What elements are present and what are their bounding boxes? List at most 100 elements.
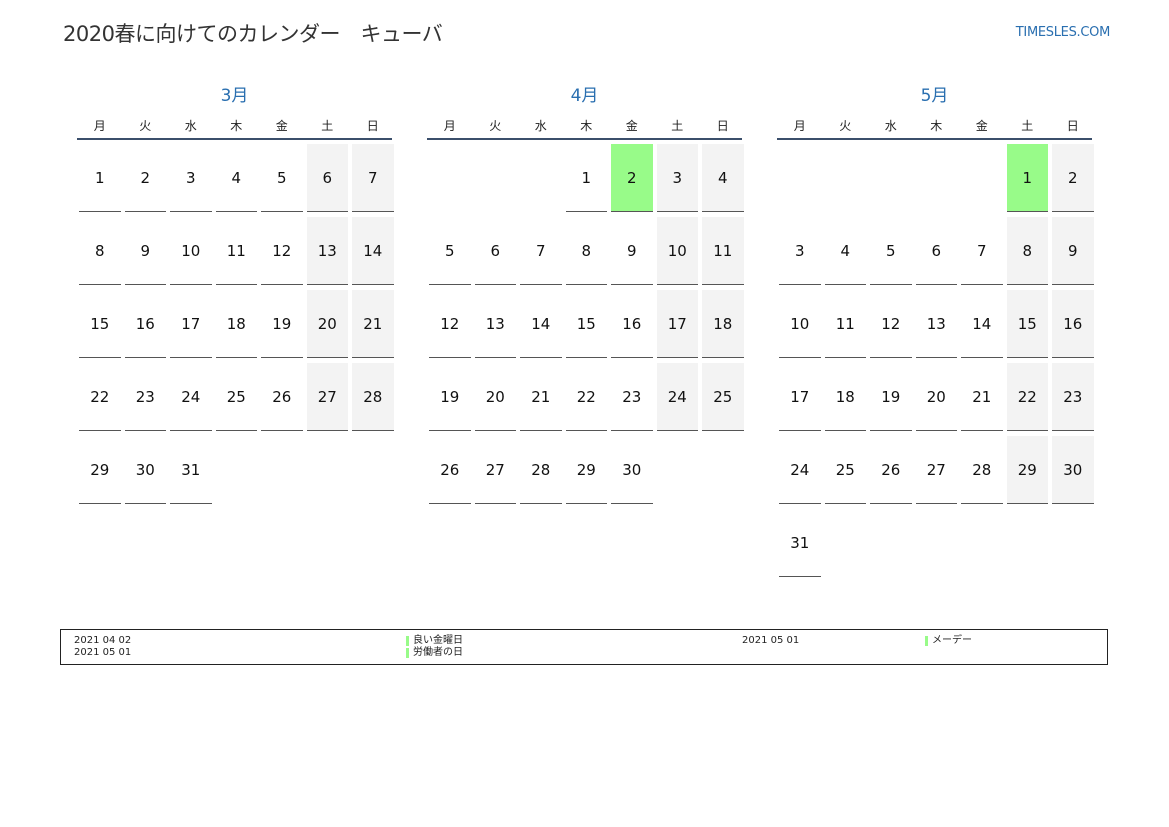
day-cell[interactable]: 16 [611, 290, 653, 358]
day-cell[interactable]: 9 [1052, 217, 1094, 285]
day-cell[interactable]: 20 [306, 290, 348, 358]
day-cell[interactable]: 4 [824, 217, 866, 285]
day-cell[interactable]: 6 [915, 217, 957, 285]
day-cell[interactable]: 19 [429, 363, 471, 431]
day-cell[interactable]: 27 [474, 436, 516, 504]
day-cell[interactable]: 9 [124, 217, 166, 285]
holiday-day-cell[interactable]: 1 [1006, 144, 1048, 212]
day-cell[interactable]: 5 [261, 144, 303, 212]
day-cell[interactable]: 27 [915, 436, 957, 504]
day-cell[interactable]: 18 [702, 290, 744, 358]
day-cell[interactable]: 28 [520, 436, 562, 504]
day-cell[interactable]: 9 [611, 217, 653, 285]
day-cell[interactable]: 22 [1006, 363, 1048, 431]
day-cell[interactable]: 5 [429, 217, 471, 285]
site-link[interactable]: TIMESLES.COM [1016, 25, 1111, 40]
day-cell[interactable]: 15 [565, 290, 607, 358]
month-calendar: 3月月火水木金土日 1 2 3 4 5 6 7 8 9 10 11 12 13 14 15 16 17 18 19 20… [77, 84, 394, 509]
day-cell[interactable]: 13 [915, 290, 957, 358]
day-cell[interactable]: 13 [306, 217, 348, 285]
day-cell[interactable]: 25 [215, 363, 257, 431]
day-cell[interactable]: 18 [824, 363, 866, 431]
day-cell[interactable]: 21 [352, 290, 394, 358]
day-cell[interactable]: 8 [565, 217, 607, 285]
day-cell[interactable]: 6 [306, 144, 348, 212]
day-cell[interactable]: 10 [656, 217, 698, 285]
day-cell[interactable]: 2 [1052, 144, 1094, 212]
day-cell[interactable]: 30 [1052, 436, 1094, 504]
day-cell[interactable]: 19 [261, 290, 303, 358]
day-cell[interactable]: 30 [611, 436, 653, 504]
day-cell[interactable]: 18 [215, 290, 257, 358]
day-cell[interactable]: 28 [961, 436, 1003, 504]
day-cell[interactable]: 31 [170, 436, 212, 504]
weekday-header: 月火水木金土日 [77, 114, 392, 140]
day-cell[interactable]: 21 [520, 363, 562, 431]
day-cell[interactable]: 23 [1052, 363, 1094, 431]
day-cell[interactable]: 29 [79, 436, 121, 504]
day-cell[interactable]: 28 [352, 363, 394, 431]
day-cell[interactable]: 10 [779, 290, 821, 358]
day-cell[interactable]: 8 [79, 217, 121, 285]
day-cell[interactable]: 29 [565, 436, 607, 504]
day-cell[interactable]: 16 [1052, 290, 1094, 358]
day-cell[interactable]: 21 [961, 363, 1003, 431]
day-cell[interactable]: 6 [474, 217, 516, 285]
day-cell[interactable]: 25 [824, 436, 866, 504]
day-cell[interactable]: 13 [474, 290, 516, 358]
day-cell[interactable]: 1 [565, 144, 607, 212]
day-cell[interactable]: 24 [779, 436, 821, 504]
day-cell[interactable]: 12 [429, 290, 471, 358]
day-cell[interactable]: 27 [306, 363, 348, 431]
day-cell[interactable]: 20 [915, 363, 957, 431]
day-cell[interactable]: 23 [611, 363, 653, 431]
day-cell[interactable]: 7 [520, 217, 562, 285]
day-cell[interactable]: 25 [702, 363, 744, 431]
day-cell[interactable]: 15 [79, 290, 121, 358]
day-cell[interactable]: 16 [124, 290, 166, 358]
day-cell[interactable]: 15 [1006, 290, 1048, 358]
day-cell[interactable]: 11 [215, 217, 257, 285]
weekday-header: 月火水木金土日 [427, 114, 742, 140]
day-cell[interactable]: 3 [170, 144, 212, 212]
day-cell[interactable]: 20 [474, 363, 516, 431]
weekday-label: 金 [275, 119, 288, 133]
day-cell[interactable]: 14 [352, 217, 394, 285]
day-cell[interactable]: 4 [215, 144, 257, 212]
day-cell[interactable]: 24 [170, 363, 212, 431]
day-cell[interactable]: 26 [261, 363, 303, 431]
day-cell[interactable]: 17 [170, 290, 212, 358]
day-cell[interactable]: 19 [870, 363, 912, 431]
day-cell[interactable]: 7 [961, 217, 1003, 285]
empty-day-cell [825, 144, 867, 211]
day-cell[interactable]: 17 [779, 363, 821, 431]
day-cell[interactable]: 29 [1006, 436, 1048, 504]
day-cell[interactable]: 8 [1006, 217, 1048, 285]
day-cell[interactable]: 17 [656, 290, 698, 358]
day-cell[interactable]: 26 [429, 436, 471, 504]
day-cell[interactable]: 26 [870, 436, 912, 504]
day-cell[interactable]: 11 [824, 290, 866, 358]
day-cell[interactable]: 7 [352, 144, 394, 212]
day-cell[interactable]: 24 [656, 363, 698, 431]
holiday-day-cell[interactable]: 2 [611, 144, 653, 212]
empty-day-cell [475, 144, 517, 211]
month-title: 3月 [220, 86, 249, 106]
day-cell[interactable]: 10 [170, 217, 212, 285]
day-cell[interactable]: 12 [261, 217, 303, 285]
day-cell[interactable]: 23 [124, 363, 166, 431]
day-cell[interactable]: 3 [656, 144, 698, 212]
day-cell[interactable]: 14 [520, 290, 562, 358]
day-cell[interactable]: 3 [779, 217, 821, 285]
day-cell[interactable]: 22 [565, 363, 607, 431]
day-cell[interactable]: 14 [961, 290, 1003, 358]
day-cell[interactable]: 31 [779, 509, 821, 577]
day-cell[interactable]: 2 [124, 144, 166, 212]
day-cell[interactable]: 12 [870, 290, 912, 358]
day-cell[interactable]: 4 [702, 144, 744, 212]
day-cell[interactable]: 5 [870, 217, 912, 285]
day-cell[interactable]: 1 [79, 144, 121, 212]
day-cell[interactable]: 30 [124, 436, 166, 504]
day-cell[interactable]: 11 [702, 217, 744, 285]
day-cell[interactable]: 22 [79, 363, 121, 431]
